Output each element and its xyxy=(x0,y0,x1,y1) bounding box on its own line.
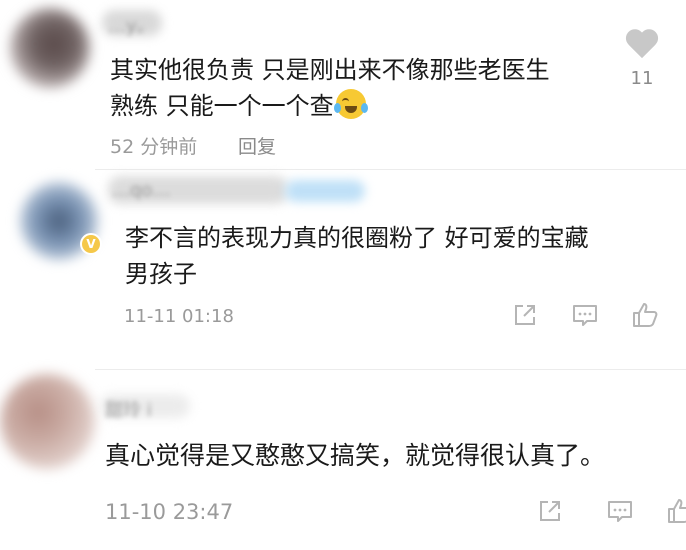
heart-icon[interactable] xyxy=(624,30,660,62)
comment-icon[interactable] xyxy=(570,300,600,330)
thumbs-up-icon[interactable] xyxy=(630,300,660,330)
laugh-cry-emoji-icon xyxy=(333,89,368,119)
comment-text-line: 其实他很负责 只是刚出来不像那些老医生 xyxy=(110,56,550,84)
comment-text: 李不言的表现力真的很圈粉了 好可爱的宝藏 男孩子 xyxy=(125,220,685,292)
thumbs-up-icon[interactable] xyxy=(665,496,686,526)
reply-button[interactable]: 回复 xyxy=(238,132,276,159)
share-icon[interactable] xyxy=(510,300,540,330)
verified-badge-icon: V xyxy=(80,233,102,255)
comment-item: …y。 其实他很负责 只是刚出来不像那些老医生 熟练 只能一个一个查 52 分钟… xyxy=(0,0,686,170)
comment-text-line-2: 熟练 只能一个一个查 xyxy=(110,88,630,124)
username-blur-highlight xyxy=(285,180,365,202)
comment-item: 甜玲 i 真心觉得是又憨憨又搞笑，就觉得很认真了。 11-10 23:47 xyxy=(0,370,686,550)
timestamp: 11-11 01:18 xyxy=(124,306,234,327)
avatar[interactable] xyxy=(0,374,95,469)
username[interactable]: 甜玲 i xyxy=(105,396,152,422)
comment-text-line: 李不言的表现力真的很圈粉了 好可爱的宝藏 xyxy=(125,224,589,252)
like-count: 11 xyxy=(630,68,654,89)
like-button[interactable]: 11 xyxy=(622,30,662,89)
timestamp: 52 分钟前 xyxy=(110,136,198,158)
username[interactable]: …y。 xyxy=(108,12,155,38)
share-icon[interactable] xyxy=(535,496,565,526)
comment-text-line: 真心觉得是又憨憨又搞笑，就觉得很认真了。 xyxy=(105,441,606,470)
comment-text: 其实他很负责 只是刚出来不像那些老医生 熟练 只能一个一个查 xyxy=(110,52,630,124)
avatar[interactable] xyxy=(10,8,90,88)
username[interactable]: …qo… xyxy=(112,180,170,201)
comment-icon[interactable] xyxy=(605,496,635,526)
comment-text: 真心觉得是又憨憨又搞笑，就觉得很认真了。 xyxy=(105,438,686,474)
comment-text-line-2: 男孩子 xyxy=(125,260,197,288)
timestamp: 11-10 23:47 xyxy=(105,500,234,524)
comment-item: V …qo… 李不言的表现力真的很圈粉了 好可爱的宝藏 男孩子 11-11 01… xyxy=(0,170,686,370)
comment-text-line-2-text: 熟练 只能一个一个查 xyxy=(110,92,334,120)
